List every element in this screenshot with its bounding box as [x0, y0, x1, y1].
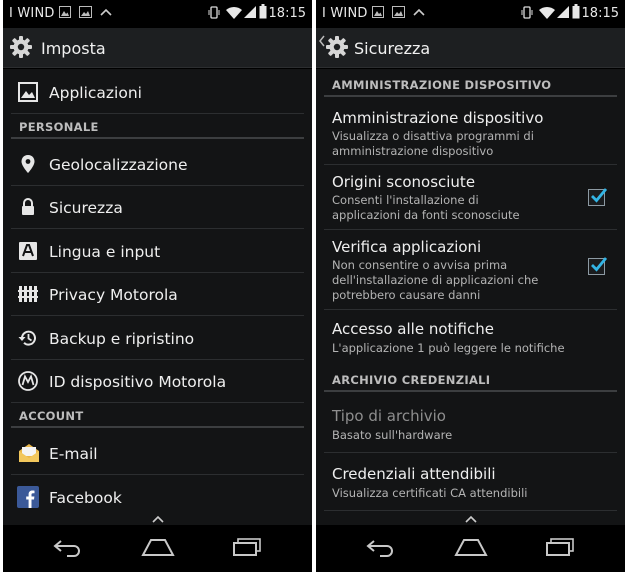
verify-apps-checkbox[interactable] [588, 257, 608, 275]
home-button-icon[interactable] [141, 537, 175, 557]
settings-item-privacy-motorola[interactable]: Privacy Motorola [11, 273, 304, 316]
vibrate-icon [208, 6, 220, 19]
keyboard-a-icon [19, 242, 37, 260]
navigation-bar [3, 525, 312, 572]
section-header-personale: PERSONALE [11, 117, 304, 139]
settings-item-label: Lingua e input [49, 243, 161, 261]
chevron-up-icon [413, 8, 425, 16]
settings-item-applicazioni[interactable]: Applicazioni [11, 71, 304, 114]
back-button-icon[interactable] [365, 537, 397, 557]
settings-item-geolocalizzazione[interactable]: Geolocalizzazione [11, 143, 304, 186]
status-bar: I WIND 18:15 [316, 0, 625, 28]
unknown-sources-subtitle: Consenti l'installazione di applicazioni… [332, 193, 520, 222]
notification-access-subtitle: L'applicazione 1 può leggere le notifich… [332, 341, 565, 355]
settings-item-label: Sicurezza [49, 199, 123, 217]
checkmark-icon [591, 257, 608, 272]
email-envelope-icon [19, 444, 39, 462]
action-bar: Imposta [3, 28, 312, 68]
trusted-credentials-item[interactable]: Credenziali attendibili Visualizza certi… [324, 453, 617, 511]
security-screen: I WIND 18:15 Sicurezza AMMINISTRAZIONE D… [316, 0, 625, 572]
signal-icon [244, 6, 256, 18]
chevron-up-icon [100, 8, 112, 16]
motorola-logo-icon [18, 371, 38, 391]
lock-icon [22, 198, 34, 215]
clock: 18:15 [268, 6, 306, 21]
facebook-icon [17, 486, 39, 508]
settings-list: Applicazioni PERSONALE Geolocalizzazione… [3, 69, 312, 525]
settings-item-lingua-input[interactable]: Lingua e input [11, 230, 304, 273]
page-title: Sicurezza [354, 39, 431, 58]
back-button-icon[interactable] [52, 537, 84, 557]
wifi-icon [539, 6, 555, 19]
settings-item-label: Applicazioni [49, 84, 142, 102]
settings-item-backup-ripristino[interactable]: Backup e ripristino [11, 317, 304, 360]
settings-item-label: Facebook [49, 489, 122, 507]
unknown-sources-checkbox[interactable] [588, 188, 608, 206]
settings-item-label: Backup e ripristino [49, 330, 195, 348]
wifi-icon [226, 6, 242, 19]
carrier-name: I WIND [322, 6, 368, 21]
navigation-bar [316, 525, 625, 572]
settings-item-facebook[interactable]: Facebook [11, 476, 304, 519]
verify-apps-subtitle: Non consentire o avvisa prima dell'insta… [332, 258, 539, 302]
device-admin-title: Amministrazione dispositivo [332, 109, 544, 127]
settings-item-id-dispositivo[interactable]: ID dispositivo Motorola [11, 360, 304, 403]
settings-item-label: E-mail [49, 445, 98, 463]
image-notification-icon [59, 6, 71, 18]
settings-gear-icon[interactable] [325, 35, 349, 59]
location-pin-icon [21, 155, 35, 173]
section-header-account: ACCOUNT [11, 406, 304, 428]
settings-item-label: ID dispositivo Motorola [49, 373, 227, 391]
gallery-notification-icon [79, 6, 92, 18]
vibrate-icon [521, 6, 533, 19]
unknown-sources-title: Origini sconosciute [332, 173, 476, 191]
settings-item-label: Geolocalizzazione [49, 156, 188, 174]
scroll-up-indicator-icon [464, 515, 477, 523]
unknown-sources-item[interactable]: Origini sconosciute Consenti l'installaz… [324, 165, 617, 230]
battery-icon [572, 4, 580, 19]
security-list: AMMINISTRAZIONE DISPOSITIVO Amministrazi… [316, 69, 625, 525]
carrier-name: I WIND [9, 6, 55, 21]
notification-access-title: Accesso alle notifiche [332, 320, 494, 338]
signal-icon [557, 6, 569, 18]
verify-apps-item[interactable]: Verifica applicazioni Non consentire o a… [324, 230, 617, 310]
backup-restore-icon [18, 330, 36, 346]
notification-access-item[interactable]: Accesso alle notifiche L'applicazione 1 … [324, 310, 617, 364]
verify-apps-title: Verifica applicazioni [332, 238, 482, 256]
storage-type-title: Tipo di archivio [332, 407, 446, 425]
settings-gear-icon[interactable] [9, 35, 33, 59]
storage-type-item: Tipo di archivio Basato sull'hardware [324, 394, 617, 453]
page-title: Imposta [41, 39, 106, 58]
recent-apps-button-icon[interactable] [231, 537, 263, 557]
checkmark-icon [591, 188, 608, 203]
clock: 18:15 [581, 6, 619, 21]
device-admin-item[interactable]: Amministrazione dispositivo Visualizza o… [324, 99, 617, 165]
applications-image-icon [18, 82, 38, 102]
status-bar: I WIND 18:15 [3, 0, 312, 28]
settings-item-label: Privacy Motorola [49, 286, 178, 304]
recent-apps-button-icon[interactable] [544, 537, 576, 557]
settings-item-email[interactable]: E-mail [11, 432, 304, 475]
scroll-up-indicator-icon [151, 515, 164, 523]
section-header-amministrazione: AMMINISTRAZIONE DISPOSITIVO [324, 75, 617, 97]
storage-type-subtitle: Basato sull'hardware [332, 428, 453, 442]
image-notification-icon [372, 6, 384, 18]
section-header-credenziali: ARCHIVIO CREDENZIALI [324, 370, 617, 392]
battery-icon [259, 4, 267, 19]
settings-item-sicurezza[interactable]: Sicurezza [11, 186, 304, 229]
settings-screen: I WIND 18:15 Imposta Applicazioni PERSON… [3, 0, 312, 572]
gallery-notification-icon [392, 6, 405, 18]
home-button-icon[interactable] [454, 537, 488, 557]
action-bar: Sicurezza [316, 28, 625, 68]
privacy-fence-icon [18, 286, 38, 302]
device-admin-subtitle: Visualizza o disattiva programmi di ammi… [332, 129, 534, 158]
trusted-credentials-subtitle: Visualizza certificati CA attendibili [332, 486, 528, 500]
trusted-credentials-title: Credenziali attendibili [332, 465, 496, 483]
